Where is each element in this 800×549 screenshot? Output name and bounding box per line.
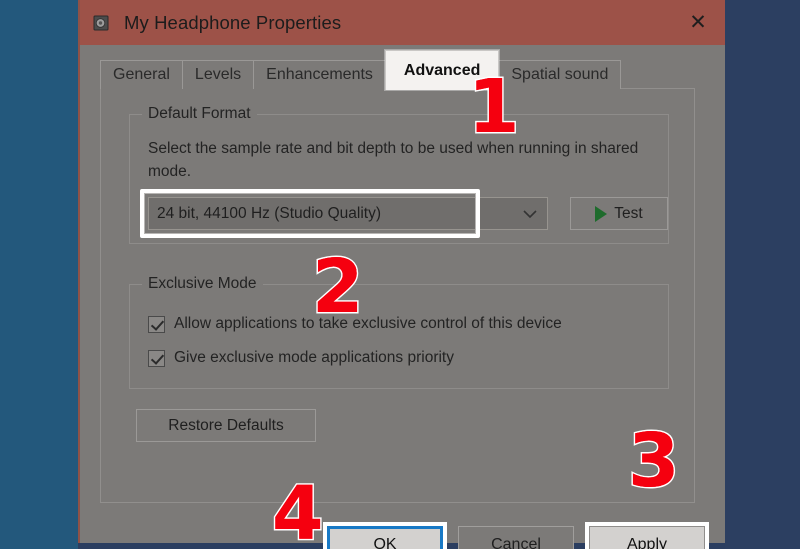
checkbox-row-exclusive-priority[interactable]: Give exclusive mode applications priorit… [148,349,454,367]
group-default-format: Default Format Select the sample rate an… [129,105,669,244]
chevron-down-icon[interactable] [513,209,547,219]
headphone-properties-dialog: My Headphone Properties ✕ General Levels… [78,0,725,549]
checkbox-allow-exclusive-label: Allow applications to take exclusive con… [174,315,562,332]
group-exclusive-mode: Exclusive Mode Allow applications to tak… [129,275,669,389]
window-title: My Headphone Properties [124,11,342,33]
ok-button[interactable]: OK [327,526,443,549]
checkbox-exclusive-priority[interactable] [148,349,165,367]
titlebar: My Headphone Properties ✕ [80,0,725,45]
apply-button[interactable]: Apply [589,526,705,549]
tab-advanced[interactable]: Advanced [384,50,500,90]
group-exclusive-mode-title: Exclusive Mode [142,275,263,293]
close-icon[interactable]: ✕ [671,0,725,45]
speaker-icon [90,12,112,34]
desktop-background-left [0,0,78,549]
tab-strip: General Levels Enhancements Advanced Spa… [88,50,713,90]
test-button[interactable]: Test [570,197,668,230]
play-icon [595,205,608,222]
checkbox-row-allow-exclusive[interactable]: Allow applications to take exclusive con… [148,315,562,333]
sample-rate-combobox[interactable]: 24 bit, 44100 Hz (Studio Quality) [148,197,548,230]
tab-enhancements[interactable]: Enhancements [253,60,386,89]
restore-defaults-button[interactable]: Restore Defaults [136,409,316,442]
sample-rate-value: 24 bit, 44100 Hz (Studio Quality) [157,204,382,222]
dialog-footer: OK Cancel Apply [88,511,713,549]
tab-page-advanced: Default Format Select the sample rate an… [100,88,695,503]
checkbox-allow-exclusive[interactable] [148,315,165,333]
tab-levels[interactable]: Levels [181,60,255,89]
cancel-button[interactable]: Cancel [458,526,574,549]
tab-spatial-sound[interactable]: Spatial sound [498,60,622,89]
desktop-background-right [725,0,800,549]
checkbox-exclusive-priority-label: Give exclusive mode applications priorit… [174,349,454,366]
dialog-body: General Levels Enhancements Advanced Spa… [80,45,725,549]
test-button-label: Test [614,204,643,222]
tab-general[interactable]: General [100,60,183,89]
group-default-format-title: Default Format [142,105,257,123]
default-format-description: Select the sample rate and bit depth to … [148,140,639,180]
